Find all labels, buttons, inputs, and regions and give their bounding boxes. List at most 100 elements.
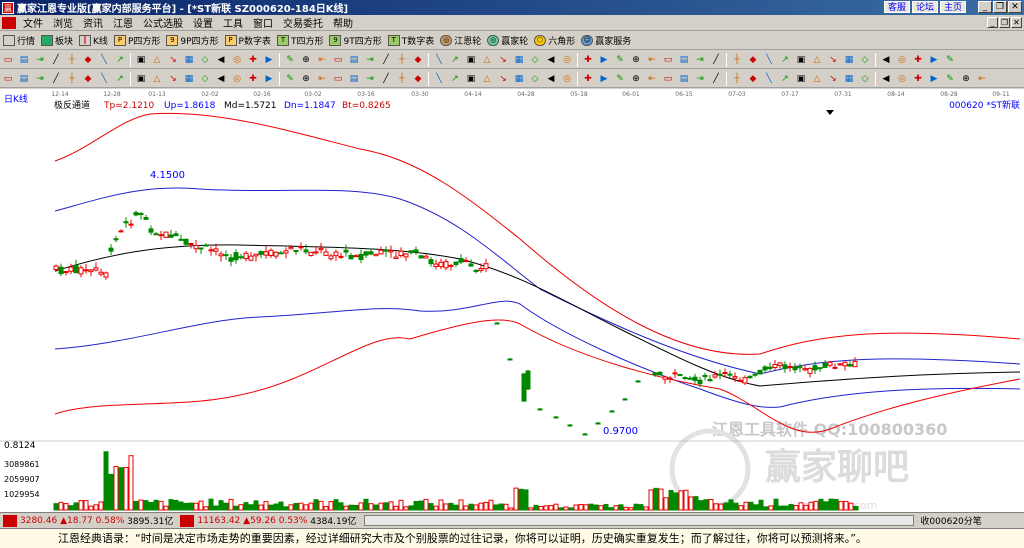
line-tool-16-icon[interactable]: ▶ — [262, 72, 276, 86]
kline-chart[interactable]: 12-14 12-28 01-13 02-02 02-16 03-02 03-16 03-30… — [0, 89, 1024, 512]
draw-tool-9-icon[interactable]: △ — [150, 53, 164, 67]
draw-tool-6-icon[interactable]: ╲ — [97, 53, 111, 67]
draw-tool-52-icon[interactable]: ◇ — [858, 53, 872, 67]
line-tool-11-icon[interactable]: ▦ — [182, 72, 196, 86]
draw-tool-11-icon[interactable]: ▦ — [182, 53, 196, 67]
draw-tool-8-icon[interactable]: ▣ — [134, 53, 148, 67]
draw-tool-56-icon[interactable]: ▶ — [927, 53, 941, 67]
sz-index-panel[interactable]: 11163.42 ▲59.26 0.53% 4384.19亿 — [197, 514, 356, 528]
line-tool-54-icon[interactable]: ◎ — [895, 72, 909, 86]
draw-tool-40-icon[interactable]: ▭ — [661, 53, 675, 67]
menu-gann[interactable]: 江恩 — [108, 15, 138, 30]
line-tool-19-icon[interactable]: ⇤ — [315, 72, 329, 86]
draw-tool-22-icon[interactable]: ⇥ — [363, 53, 377, 67]
line-tool-22-icon[interactable]: ⇥ — [363, 72, 377, 86]
draw-tool-48-icon[interactable]: ▣ — [794, 53, 808, 67]
line-tool-46-icon[interactable]: ╲ — [762, 72, 776, 86]
p-table-button[interactable]: P P数字表 — [222, 34, 274, 47]
menu-tools[interactable]: 工具 — [218, 15, 248, 30]
winner-wheel-button[interactable]: ◎ 赢家轮 — [484, 34, 531, 47]
line-tool-38-icon[interactable]: ⊕ — [629, 72, 643, 86]
sector-button[interactable]: 板块 — [38, 34, 76, 47]
9t-square-button[interactable]: 9 9T四方形 — [326, 34, 384, 47]
draw-tool-53-icon[interactable]: ◀ — [879, 53, 893, 67]
p-square-button[interactable]: P P四方形 — [111, 34, 163, 47]
line-tool-9-icon[interactable]: △ — [150, 72, 164, 86]
line-tool-24-icon[interactable]: ┼ — [395, 72, 409, 86]
line-tool-37-icon[interactable]: ✎ — [613, 72, 627, 86]
draw-tool-10-icon[interactable]: ↘ — [166, 53, 180, 67]
kline-button[interactable]: ┃ K线 — [76, 34, 111, 47]
sh-index-panel[interactable]: 3280.46 ▲18.77 0.58% 3895.31亿 — [20, 514, 173, 528]
draw-tool-57-icon[interactable]: ✎ — [943, 53, 957, 67]
line-tool-56-icon[interactable]: ▶ — [927, 72, 941, 86]
draw-tool-19-icon[interactable]: ⇤ — [315, 53, 329, 67]
service-button[interactable]: ☺ 赢家服务 — [578, 34, 634, 47]
menu-window[interactable]: 窗口 — [248, 15, 278, 30]
line-tool-39-icon[interactable]: ⇤ — [645, 72, 659, 86]
mdi-minimize-icon[interactable]: _ — [987, 17, 998, 28]
draw-tool-30-icon[interactable]: ↘ — [496, 53, 510, 67]
link-home[interactable]: 主页 — [939, 1, 966, 13]
line-tool-31-icon[interactable]: ▦ — [512, 72, 526, 86]
close-icon[interactable]: ✕ — [1008, 1, 1022, 13]
line-tool-0-icon[interactable]: ▭ — [1, 72, 15, 86]
draw-tool-13-icon[interactable]: ◀ — [214, 53, 228, 67]
line-tool-55-icon[interactable]: ✚ — [911, 72, 925, 86]
draw-tool-36-icon[interactable]: ▶ — [597, 53, 611, 67]
restore-icon[interactable]: ❐ — [993, 1, 1007, 13]
draw-tool-34-icon[interactable]: ◎ — [560, 53, 574, 67]
draw-tool-18-icon[interactable]: ⊕ — [299, 53, 313, 67]
t-square-button[interactable]: T T四方形 — [274, 34, 327, 47]
draw-tool-41-icon[interactable]: ▤ — [677, 53, 691, 67]
line-tool-12-icon[interactable]: ◇ — [198, 72, 212, 86]
line-tool-44-icon[interactable]: ┼ — [730, 72, 744, 86]
menu-browse[interactable]: 浏览 — [48, 15, 78, 30]
draw-tool-5-icon[interactable]: ◆ — [81, 53, 95, 67]
line-tool-58-icon[interactable]: ⊕ — [959, 72, 973, 86]
draw-tool-55-icon[interactable]: ✚ — [911, 53, 925, 67]
line-tool-17-icon[interactable]: ✎ — [283, 72, 297, 86]
line-tool-21-icon[interactable]: ▤ — [347, 72, 361, 86]
minimize-icon[interactable]: _ — [978, 1, 992, 13]
draw-tool-35-icon[interactable]: ✚ — [581, 53, 595, 67]
draw-tool-37-icon[interactable]: ✎ — [613, 53, 627, 67]
line-tool-26-icon[interactable]: ╲ — [432, 72, 446, 86]
line-tool-18-icon[interactable]: ⊕ — [299, 72, 313, 86]
line-tool-57-icon[interactable]: ✎ — [943, 72, 957, 86]
draw-tool-39-icon[interactable]: ⇤ — [645, 53, 659, 67]
mdi-close-icon[interactable]: ✕ — [1011, 17, 1022, 28]
hexagon-button[interactable]: ⬡ 六角形 — [531, 34, 578, 47]
draw-tool-2-icon[interactable]: ⇥ — [33, 53, 47, 67]
draw-tool-32-icon[interactable]: ◇ — [528, 53, 542, 67]
line-tool-28-icon[interactable]: ▣ — [464, 72, 478, 86]
line-tool-36-icon[interactable]: ▶ — [597, 72, 611, 86]
line-tool-59-icon[interactable]: ⇤ — [975, 72, 989, 86]
line-tool-8-icon[interactable]: ▣ — [134, 72, 148, 86]
draw-tool-12-icon[interactable]: ◇ — [198, 53, 212, 67]
draw-tool-26-icon[interactable]: ╲ — [432, 53, 446, 67]
quote-button[interactable]: 行情 — [0, 34, 38, 47]
line-tool-29-icon[interactable]: △ — [480, 72, 494, 86]
line-tool-15-icon[interactable]: ✚ — [246, 72, 260, 86]
9p-square-button[interactable]: 9 9P四方形 — [163, 34, 221, 47]
draw-tool-15-icon[interactable]: ✚ — [246, 53, 260, 67]
draw-tool-25-icon[interactable]: ◆ — [411, 53, 425, 67]
draw-tool-4-icon[interactable]: ┼ — [65, 53, 79, 67]
line-tool-4-icon[interactable]: ┼ — [65, 72, 79, 86]
line-tool-40-icon[interactable]: ▭ — [661, 72, 675, 86]
draw-tool-29-icon[interactable]: △ — [480, 53, 494, 67]
link-kefu[interactable]: 客服 — [883, 1, 910, 13]
menu-info[interactable]: 资讯 — [78, 15, 108, 30]
line-tool-41-icon[interactable]: ▤ — [677, 72, 691, 86]
line-tool-50-icon[interactable]: ↘ — [826, 72, 840, 86]
draw-tool-43-icon[interactable]: ╱ — [709, 53, 723, 67]
draw-tool-51-icon[interactable]: ▦ — [842, 53, 856, 67]
line-tool-42-icon[interactable]: ⇥ — [693, 72, 707, 86]
line-tool-32-icon[interactable]: ◇ — [528, 72, 542, 86]
draw-tool-20-icon[interactable]: ▭ — [331, 53, 345, 67]
line-tool-1-icon[interactable]: ▤ — [17, 72, 31, 86]
gann-wheel-button[interactable]: ◎ 江恩轮 — [437, 34, 484, 47]
draw-tool-1-icon[interactable]: ▤ — [17, 53, 31, 67]
line-tool-25-icon[interactable]: ◆ — [411, 72, 425, 86]
